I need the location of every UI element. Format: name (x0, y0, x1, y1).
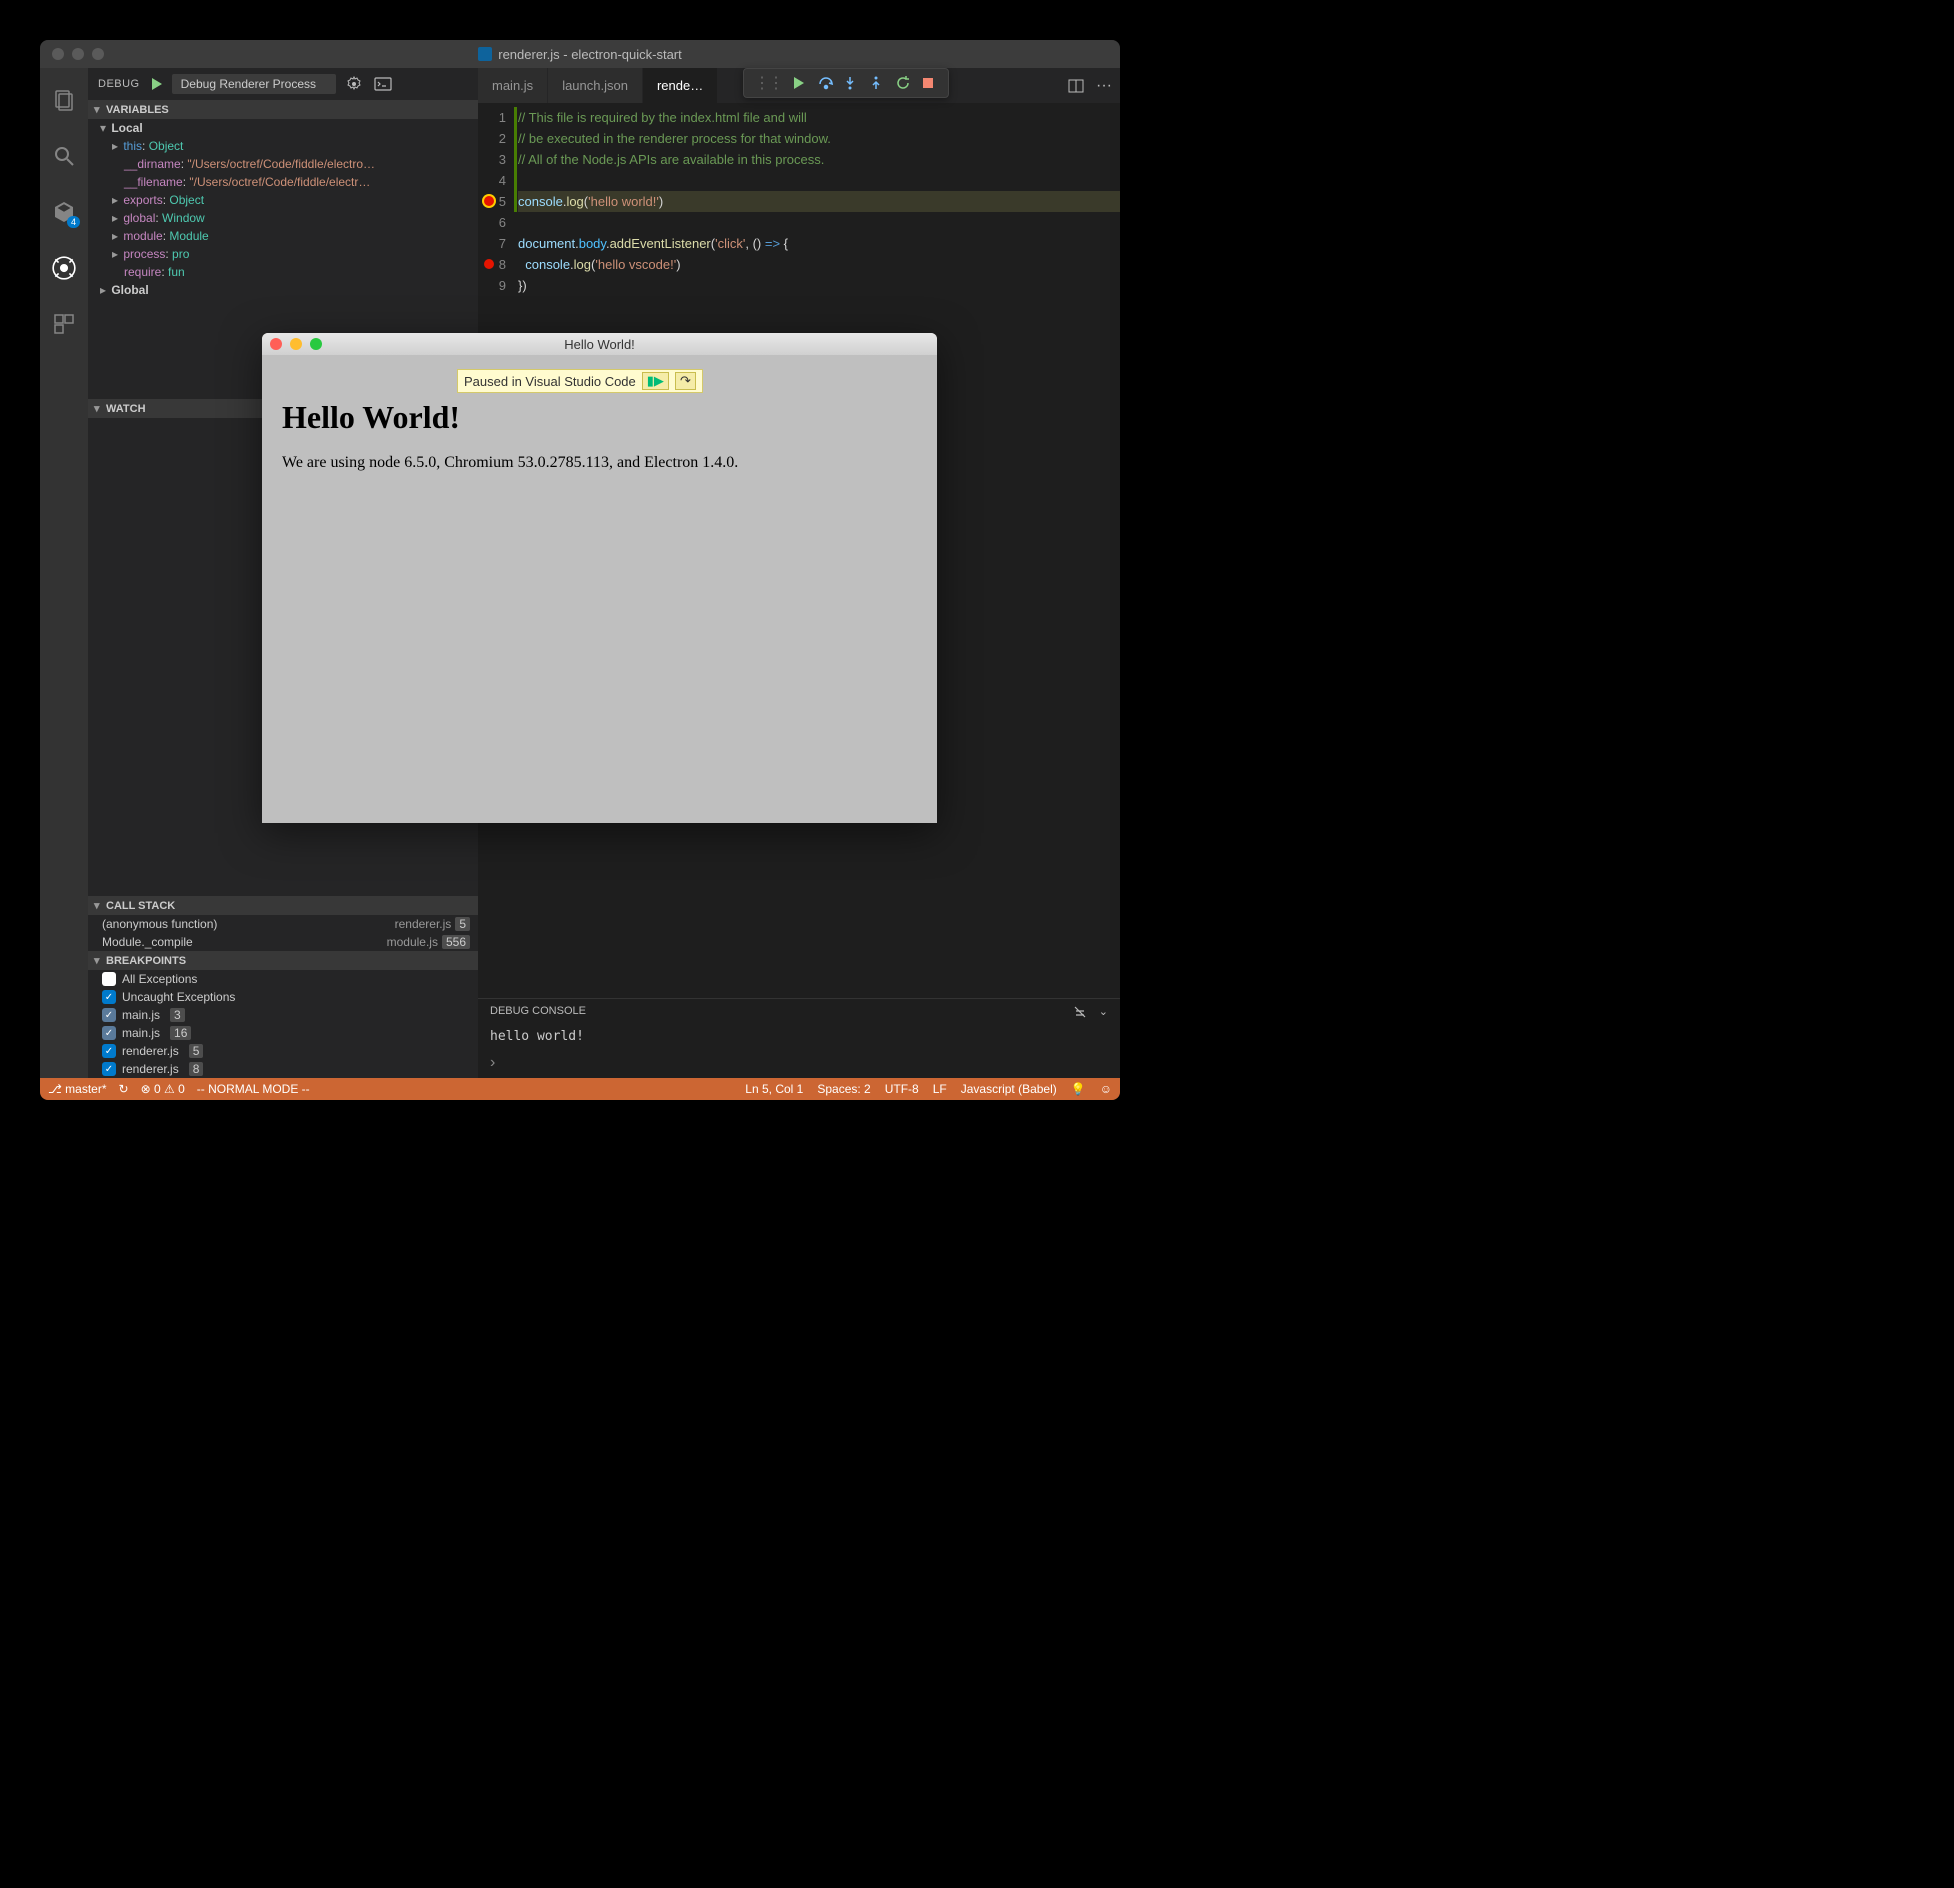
maximize-icon[interactable] (310, 338, 322, 350)
bp-item[interactable]: ✓renderer.js8 (88, 1060, 478, 1078)
var-module[interactable]: ▸ module: Module (88, 227, 478, 245)
continue-icon[interactable] (792, 76, 808, 90)
titlebar[interactable]: renderer.js - electron-quick-start (40, 40, 1120, 68)
tab-renderer-js[interactable]: rende… (643, 68, 718, 103)
scm-icon[interactable]: 4 (40, 188, 88, 236)
checkbox-icon[interactable]: ✓ (102, 990, 116, 1004)
app-heading: Hello World! (282, 399, 917, 436)
stop-icon[interactable] (922, 77, 938, 89)
bp-item[interactable]: ✓main.js3 (88, 1006, 478, 1024)
breakpoint-current-icon[interactable] (484, 196, 494, 206)
restart-icon[interactable] (896, 76, 912, 90)
console-prompt[interactable]: › (478, 1048, 1120, 1078)
step-out-icon[interactable] (870, 76, 886, 90)
vscode-icon (478, 47, 492, 61)
encoding[interactable]: UTF-8 (885, 1082, 919, 1096)
minimize-icon[interactable] (290, 338, 302, 350)
activity-bar: 4 (40, 68, 88, 1078)
feedback-icon[interactable]: ☺ (1100, 1082, 1112, 1096)
tab-bar: main.js launch.json rende… ⋮⋮ ··· (478, 68, 1120, 103)
debug-console-title: DEBUG CONSOLE (490, 1005, 586, 1019)
console-icon[interactable] (372, 75, 394, 93)
electron-titlebar[interactable]: Hello World! (262, 333, 937, 355)
paused-label: Paused in Visual Studio Code (464, 374, 636, 389)
close-icon[interactable] (52, 48, 64, 60)
bp-all-exceptions[interactable]: All Exceptions (88, 970, 478, 988)
electron-window-title: Hello World! (262, 337, 937, 352)
vim-mode: -- NORMAL MODE -- (197, 1082, 310, 1096)
app-version-text: We are using node 6.5.0, Chromium 53.0.2… (282, 454, 917, 472)
indentation[interactable]: Spaces: 2 (817, 1082, 870, 1096)
callstack-row[interactable]: Module._compile module.js556 (88, 933, 478, 951)
debug-toolbar[interactable]: ⋮⋮ (743, 68, 949, 98)
checkbox-icon[interactable] (102, 972, 116, 986)
scm-badge: 4 (67, 216, 80, 228)
debug-label: DEBUG (98, 78, 140, 90)
step-over-icon[interactable]: ↷ (675, 372, 696, 390)
debug-console: DEBUG CONSOLE ⌄ hello world! › (478, 998, 1120, 1078)
var-this[interactable]: ▸ this: Object (88, 137, 478, 155)
local-scope[interactable]: ▾ Local (88, 119, 478, 137)
electron-app-body[interactable]: Paused in Visual Studio Code ▮▶ ↷ Hello … (262, 355, 937, 823)
callstack-row[interactable]: (anonymous function) renderer.js5 (88, 915, 478, 933)
console-output: hello world! (478, 1025, 1120, 1048)
checkbox-icon[interactable]: ✓ (102, 1044, 116, 1058)
start-debug-icon[interactable] (148, 76, 164, 92)
var-filename[interactable]: __filename: "/Users/octref/Code/fiddle/e… (88, 173, 478, 191)
explorer-icon[interactable] (40, 76, 88, 124)
var-require[interactable]: require: fun (88, 263, 478, 281)
callstack-header[interactable]: ▾CALL STACK (88, 896, 478, 915)
code-editor[interactable]: 123456789 // This file is required by th… (478, 103, 1120, 296)
step-over-icon[interactable] (818, 76, 834, 90)
step-into-icon[interactable] (844, 76, 860, 90)
search-icon[interactable] (40, 132, 88, 180)
bp-uncaught[interactable]: ✓Uncaught Exceptions (88, 988, 478, 1006)
branch-indicator[interactable]: ⎇ master* (48, 1082, 107, 1096)
electron-app-window[interactable]: Hello World! Paused in Visual Studio Cod… (262, 333, 937, 823)
bp-item[interactable]: ✓renderer.js5 (88, 1042, 478, 1060)
chevron-down-icon[interactable]: ⌄ (1099, 1005, 1108, 1019)
drag-handle-icon[interactable]: ⋮⋮ (754, 73, 782, 93)
var-process[interactable]: ▸ process: pro (88, 245, 478, 263)
close-icon[interactable] (270, 338, 282, 350)
breakpoint-icon[interactable] (484, 259, 494, 269)
var-global[interactable]: ▸ global: Window (88, 209, 478, 227)
var-exports[interactable]: ▸ exports: Object (88, 191, 478, 209)
breakpoints-header[interactable]: ▾BREAKPOINTS (88, 951, 478, 970)
var-dirname[interactable]: __dirname: "/Users/octref/Code/fiddle/el… (88, 155, 478, 173)
sync-icon[interactable]: ↻ (119, 1082, 129, 1096)
checkbox-icon[interactable]: ✓ (102, 1062, 116, 1076)
paused-overlay: Paused in Visual Studio Code ▮▶ ↷ (457, 369, 703, 393)
checkbox-icon[interactable]: ✓ (102, 1008, 116, 1022)
minimize-icon[interactable] (72, 48, 84, 60)
extensions-icon[interactable] (40, 300, 88, 348)
lightbulb-icon[interactable]: 💡 (1071, 1082, 1086, 1096)
vscode-window: renderer.js - electron-quick-start 4 (40, 40, 1120, 1100)
tab-launch-json[interactable]: launch.json (548, 68, 643, 103)
debug-header: DEBUG Debug Renderer Process (88, 68, 478, 100)
eol[interactable]: LF (933, 1082, 947, 1096)
clear-console-icon[interactable] (1073, 1005, 1087, 1019)
checkbox-icon[interactable]: ✓ (102, 1026, 116, 1040)
bp-item[interactable]: ✓main.js16 (88, 1024, 478, 1042)
split-editor-icon[interactable] (1068, 79, 1084, 93)
variables-header[interactable]: ▾VARIABLES (88, 100, 478, 119)
more-icon[interactable]: ··· (1096, 77, 1112, 95)
problems-indicator[interactable]: ⊗ 0 ⚠ 0 (141, 1082, 185, 1096)
continue-icon[interactable]: ▮▶ (642, 372, 669, 390)
tab-main-js[interactable]: main.js (478, 68, 548, 103)
language-mode[interactable]: Javascript (Babel) (961, 1082, 1057, 1096)
traffic-lights (52, 48, 104, 60)
status-bar: ⎇ master* ↻ ⊗ 0 ⚠ 0 -- NORMAL MODE -- Ln… (40, 1078, 1120, 1100)
global-scope[interactable]: ▸ Global (88, 281, 478, 299)
cursor-position[interactable]: Ln 5, Col 1 (745, 1082, 803, 1096)
debug-icon[interactable] (40, 244, 88, 292)
gear-icon[interactable] (344, 74, 364, 94)
debug-config-select[interactable]: Debug Renderer Process (172, 74, 336, 94)
window-title: renderer.js - electron-quick-start (40, 47, 1120, 62)
maximize-icon[interactable] (92, 48, 104, 60)
